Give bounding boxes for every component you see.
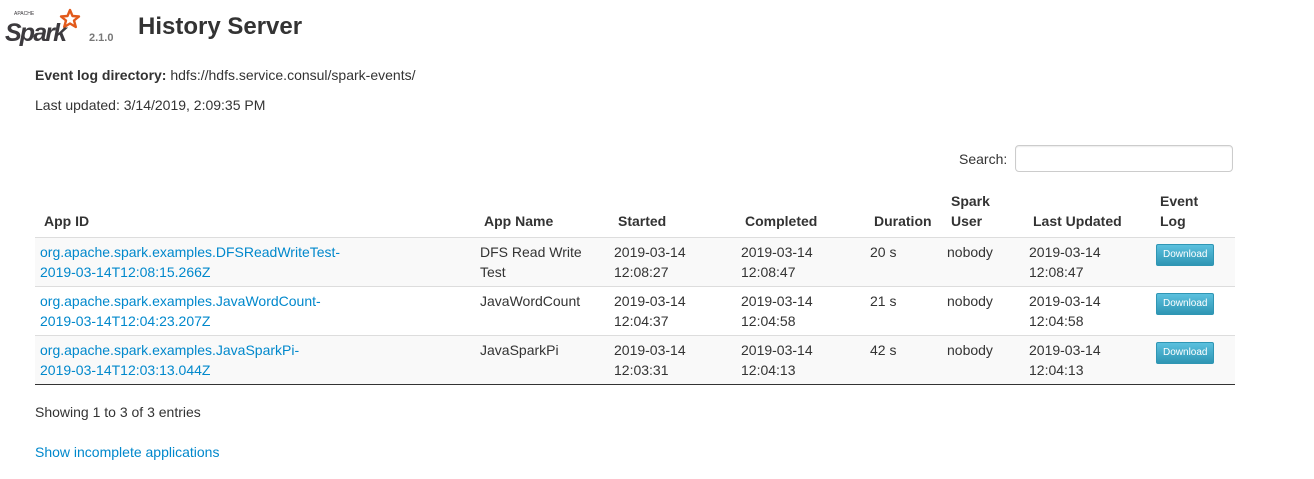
started-cell: 2019-03-14 12:03:31 bbox=[609, 335, 736, 385]
header-event-log-line1: Event bbox=[1160, 193, 1199, 209]
event-log-value: hdfs://hdfs.service.consul/spark-events/ bbox=[170, 67, 416, 83]
app-id-line2: 2019-03-14T12:08:15.266Z bbox=[40, 264, 211, 280]
last-updated-time: 12:04:13 bbox=[1029, 362, 1084, 378]
header-spark-user-line1: Spark bbox=[951, 193, 990, 209]
started-time: 12:03:31 bbox=[614, 362, 669, 378]
app-id-cell: org.apache.spark.examples.JavaWordCount-… bbox=[35, 286, 475, 336]
app-id-cell: org.apache.spark.examples.DFSReadWriteTe… bbox=[35, 237, 475, 287]
header-spark-user[interactable]: Spark User bbox=[942, 187, 1024, 238]
user-cell: nobody bbox=[942, 335, 1024, 385]
completed-time: 12:04:58 bbox=[741, 313, 796, 329]
user-cell: nobody bbox=[942, 286, 1024, 336]
header-last-updated[interactable]: Last Updated bbox=[1024, 187, 1151, 238]
last-updated-date: 2019-03-14 bbox=[1029, 244, 1101, 260]
download-button[interactable]: Download bbox=[1156, 293, 1215, 315]
last-updated-date: 2019-03-14 bbox=[1029, 293, 1101, 309]
completed-cell: 2019-03-14 12:08:47 bbox=[736, 237, 865, 287]
completed-date: 2019-03-14 bbox=[741, 244, 813, 260]
last-updated-time: 12:08:47 bbox=[1029, 264, 1084, 280]
table-header-row: App ID App Name Started Completed Durati… bbox=[35, 187, 1235, 238]
app-name-line2: Test bbox=[480, 264, 506, 280]
app-id-line2: 2019-03-14T12:03:13.044Z bbox=[40, 362, 211, 378]
header-completed[interactable]: Completed bbox=[736, 187, 865, 238]
download-button[interactable]: Download bbox=[1156, 342, 1215, 364]
header-event-log-line2: Log bbox=[1160, 213, 1186, 229]
header-event-log[interactable]: Event Log bbox=[1151, 187, 1235, 238]
header-spark-user-line2: User bbox=[951, 213, 983, 229]
last-updated-cell: 2019-03-14 12:04:58 bbox=[1024, 286, 1151, 336]
completed-date: 2019-03-14 bbox=[741, 342, 813, 358]
app-id-cell: org.apache.spark.examples.JavaSparkPi- 20… bbox=[35, 335, 475, 385]
started-time: 12:08:27 bbox=[614, 264, 669, 280]
user-cell: nobody bbox=[942, 237, 1024, 287]
page-title: History Server bbox=[138, 13, 303, 40]
app-name-cell: DFS Read Write Test bbox=[475, 237, 609, 287]
started-time: 12:04:37 bbox=[614, 313, 669, 329]
last-updated-cell: 2019-03-14 12:08:47 bbox=[1024, 237, 1151, 287]
started-date: 2019-03-14 bbox=[614, 293, 686, 309]
started-cell: 2019-03-14 12:04:37 bbox=[609, 286, 736, 336]
app-id-link[interactable]: org.apache.spark.examples.JavaSparkPi- 20… bbox=[40, 342, 299, 378]
entries-info: Showing 1 to 3 of 3 entries bbox=[35, 404, 201, 420]
app-name-line1: DFS Read Write bbox=[480, 244, 582, 260]
logo-spark-text: Spark bbox=[5, 19, 68, 46]
completed-time: 12:04:13 bbox=[741, 362, 796, 378]
started-date: 2019-03-14 bbox=[614, 342, 686, 358]
started-cell: 2019-03-14 12:08:27 bbox=[609, 237, 736, 287]
table-row: org.apache.spark.examples.JavaWordCount-… bbox=[35, 286, 1235, 336]
event-log-label: Event log directory: bbox=[35, 67, 167, 83]
last-updated-time: 12:04:58 bbox=[1029, 313, 1084, 329]
app-id-line1: org.apache.spark.examples.JavaWordCount- bbox=[40, 293, 321, 309]
download-button[interactable]: Download bbox=[1156, 244, 1215, 266]
app-id-link[interactable]: org.apache.spark.examples.JavaWordCount-… bbox=[40, 293, 321, 329]
table-row: org.apache.spark.examples.DFSReadWriteTe… bbox=[35, 237, 1235, 287]
event-log-directory: Event log directory: hdfs://hdfs.service… bbox=[35, 67, 415, 83]
app-id-line1: org.apache.spark.examples.JavaSparkPi- bbox=[40, 342, 300, 358]
last-updated-date: 2019-03-14 bbox=[1029, 342, 1101, 358]
completed-cell: 2019-03-14 12:04:58 bbox=[736, 286, 865, 336]
started-date: 2019-03-14 bbox=[614, 244, 686, 260]
header-app-name[interactable]: App Name bbox=[475, 187, 609, 238]
app-id-link[interactable]: org.apache.spark.examples.DFSReadWriteTe… bbox=[40, 244, 340, 280]
completed-date: 2019-03-14 bbox=[741, 293, 813, 309]
duration-cell: 21 s bbox=[865, 286, 942, 336]
event-log-cell: Download bbox=[1151, 286, 1235, 336]
completed-time: 12:08:47 bbox=[741, 264, 796, 280]
app-name-cell: JavaSparkPi bbox=[475, 335, 609, 385]
applications-table: App ID App Name Started Completed Durati… bbox=[35, 187, 1235, 385]
logo-apache-text: APACHE bbox=[14, 11, 35, 17]
app-name-cell: JavaWordCount bbox=[475, 286, 609, 336]
completed-cell: 2019-03-14 12:04:13 bbox=[736, 335, 865, 385]
search-input[interactable] bbox=[1015, 145, 1233, 172]
search-label: Search: bbox=[959, 151, 1008, 167]
event-log-cell: Download bbox=[1151, 335, 1235, 385]
app-id-line2: 2019-03-14T12:04:23.207Z bbox=[40, 313, 211, 329]
duration-cell: 42 s bbox=[865, 335, 942, 385]
header-started[interactable]: Started bbox=[609, 187, 736, 238]
event-log-cell: Download bbox=[1151, 237, 1235, 287]
show-incomplete-link[interactable]: Show incomplete applications bbox=[35, 444, 219, 460]
table-row: org.apache.spark.examples.JavaSparkPi- 20… bbox=[35, 335, 1235, 385]
header-app-id[interactable]: App ID bbox=[35, 187, 475, 238]
last-updated-text: Last updated: 3/14/2019, 2:09:35 PM bbox=[35, 97, 266, 113]
duration-cell: 20 s bbox=[865, 237, 942, 287]
header-duration[interactable]: Duration bbox=[865, 187, 942, 238]
spark-logo: APACHE Spark bbox=[5, 8, 81, 46]
last-updated-cell: 2019-03-14 12:04:13 bbox=[1024, 335, 1151, 385]
app-id-line1: org.apache.spark.examples.DFSReadWriteTe… bbox=[40, 244, 341, 260]
version-label: 2.1.0 bbox=[89, 32, 114, 44]
